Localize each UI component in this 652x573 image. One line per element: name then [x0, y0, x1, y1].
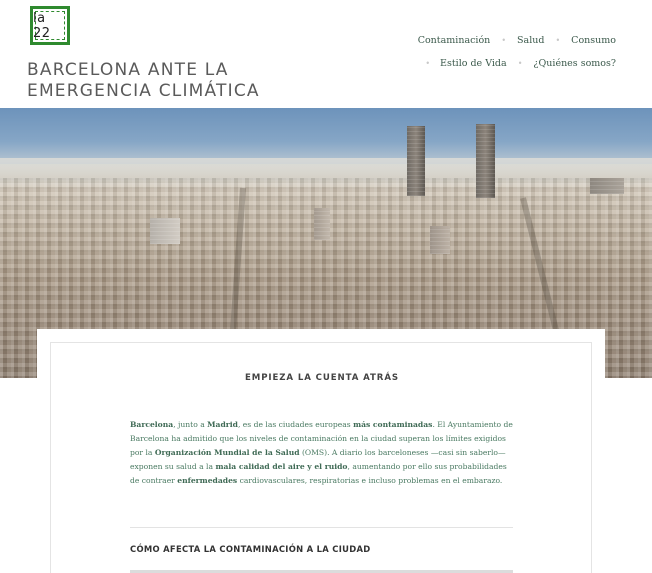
highlighted-term: mala calidad del aire y el ruido: [215, 462, 348, 471]
main-nav: Contaminación • Salud • Consumo • Estilo…: [418, 33, 616, 79]
paragraph-text: cardiovasculares, respiratorias e inclus…: [237, 476, 503, 485]
highlighted-term: más contaminadas: [353, 420, 433, 429]
hero-sea: [0, 108, 652, 164]
nav-separator: •: [501, 35, 507, 45]
site-title-line2: EMERGENCIA CLIMÁTICA: [27, 81, 260, 101]
nav-item-estilo-de-vida[interactable]: Estilo de Vida: [440, 58, 507, 69]
nav-separator: •: [517, 58, 523, 68]
article-heading: EMPIEZA LA CUENTA ATRÁS: [245, 373, 399, 383]
content-card: EMPIEZA LA CUENTA ATRÁS Barcelona, junto…: [50, 342, 592, 573]
nav-row-2: • Estilo de Vida • ¿Quiénes somos?: [418, 56, 616, 70]
hero-building: [590, 178, 624, 194]
hero-building: [150, 218, 180, 244]
site-title-line1: BARCELONA ANTE LA: [27, 60, 229, 80]
site-title[interactable]: BARCELONA ANTE LA EMERGENCIA CLIMÁTICA: [27, 60, 287, 102]
paragraph-text: , es de las ciudades europeas: [237, 420, 354, 429]
nav-row-1: Contaminación • Salud • Consumo: [418, 33, 616, 47]
hero-building: [314, 208, 330, 240]
paragraph-text: , junto a: [173, 420, 208, 429]
nav-item-quienes-somos[interactable]: ¿Quiénes somos?: [533, 58, 616, 69]
highlighted-term: Madrid: [207, 420, 238, 429]
hero-building: [430, 226, 450, 254]
hero-tower: [407, 126, 425, 196]
highlighted-term: enfermedades: [177, 476, 238, 485]
article-paragraph: Barcelona, junto a Madrid, es de las ciu…: [130, 418, 514, 488]
article-subheading: CÓMO AFECTA LA CONTAMINACIÓN A LA CIUDAD: [130, 544, 371, 554]
nav-separator: •: [555, 35, 561, 45]
divider: [130, 527, 513, 528]
site-logo[interactable]: la 22: [30, 6, 70, 45]
site-header: la 22 BARCELONA ANTE LA EMERGENCIA CLIMÁ…: [0, 0, 652, 108]
hero-tower: [476, 124, 495, 198]
highlighted-term: Barcelona: [130, 420, 174, 429]
nav-separator: •: [425, 58, 431, 68]
highlighted-term: Organización Mundial de la Salud: [154, 448, 300, 457]
nav-item-salud[interactable]: Salud: [517, 35, 544, 46]
nav-item-consumo[interactable]: Consumo: [571, 35, 616, 46]
nav-item-contaminacion[interactable]: Contaminación: [418, 35, 491, 46]
logo-text: la 22: [33, 10, 51, 41]
